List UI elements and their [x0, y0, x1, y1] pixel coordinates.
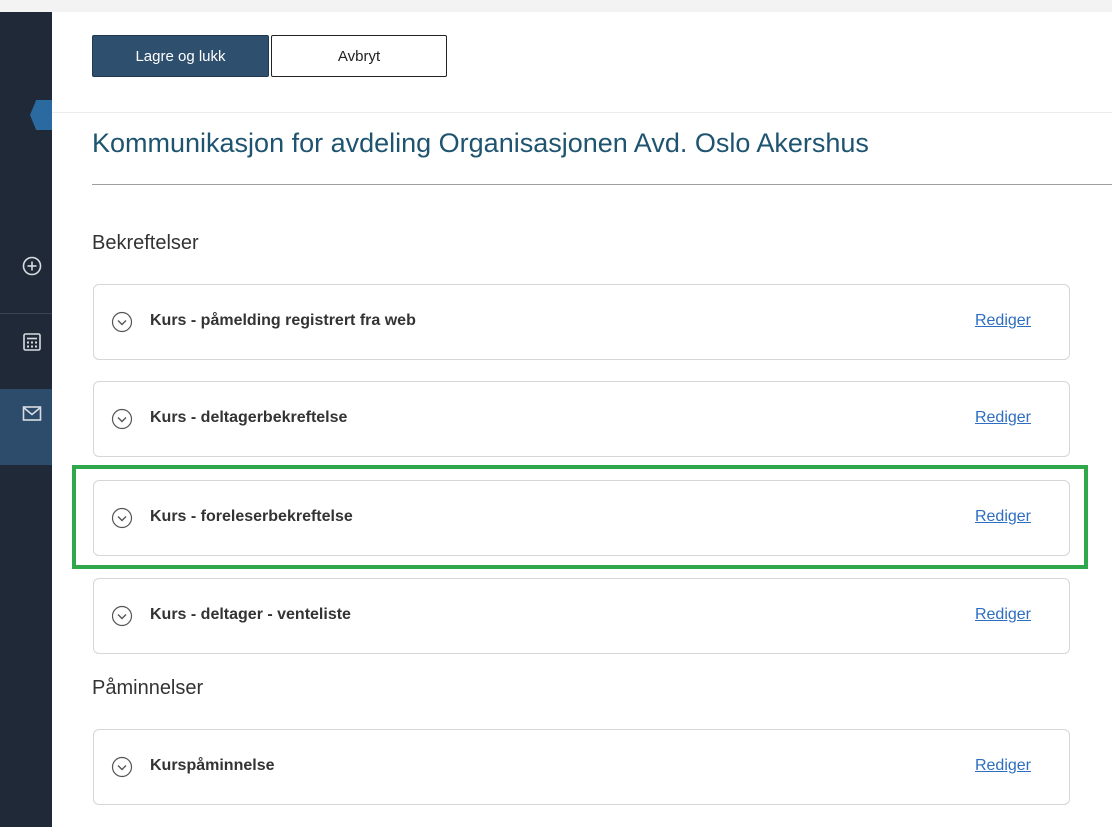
list-item-label: Kurs - påmelding registrert fra web — [150, 312, 416, 329]
edit-link[interactable]: Rediger — [975, 606, 1031, 624]
main-content: Lagre og lukk Avbryt Kommunikasjon for a… — [52, 12, 1112, 827]
page-title: Kommunikasjon for avdeling Organisasjone… — [92, 128, 869, 158]
save-and-close-button[interactable]: Lagre og lukk — [92, 35, 269, 77]
list-item[interactable]: Kurspåminnelse Rediger — [93, 729, 1070, 805]
section-heading-reminders: Påminnelser — [92, 677, 204, 699]
edit-link[interactable]: Rediger — [975, 757, 1031, 775]
chevron-down-icon[interactable] — [111, 408, 133, 430]
edit-link[interactable]: Rediger — [975, 312, 1031, 330]
chevron-down-icon[interactable] — [111, 311, 133, 333]
list-item-label: Kurspåminnelse — [150, 757, 275, 774]
sidebar-divider — [0, 313, 52, 314]
calculator-icon[interactable] — [0, 316, 52, 368]
edit-link[interactable]: Rediger — [975, 409, 1031, 427]
title-divider — [92, 184, 1112, 185]
list-item-label: Kurs - deltagerbekreftelse — [150, 409, 348, 426]
highlight-box — [72, 465, 1088, 569]
chevron-down-icon[interactable] — [111, 756, 133, 778]
list-item-label: Kurs - deltager - venteliste — [150, 606, 351, 623]
list-item[interactable]: Kurs - deltager - venteliste Rediger — [93, 578, 1070, 654]
list-item[interactable]: Kurs - deltagerbekreftelse Rediger — [93, 381, 1070, 457]
list-item[interactable]: Kurs - påmelding registrert fra web Redi… — [93, 284, 1070, 360]
section-heading-confirmations: Bekreftelser — [92, 232, 199, 254]
plus-circle-icon[interactable] — [0, 240, 52, 292]
cancel-button[interactable]: Avbryt — [271, 35, 447, 77]
chevron-down-icon[interactable] — [111, 605, 133, 627]
sidebar-collapse-tab[interactable] — [30, 100, 52, 130]
sidebar — [0, 12, 52, 827]
mail-icon[interactable] — [0, 388, 52, 440]
toolbar: Lagre og lukk Avbryt — [52, 12, 1112, 113]
top-strip — [0, 0, 1112, 12]
